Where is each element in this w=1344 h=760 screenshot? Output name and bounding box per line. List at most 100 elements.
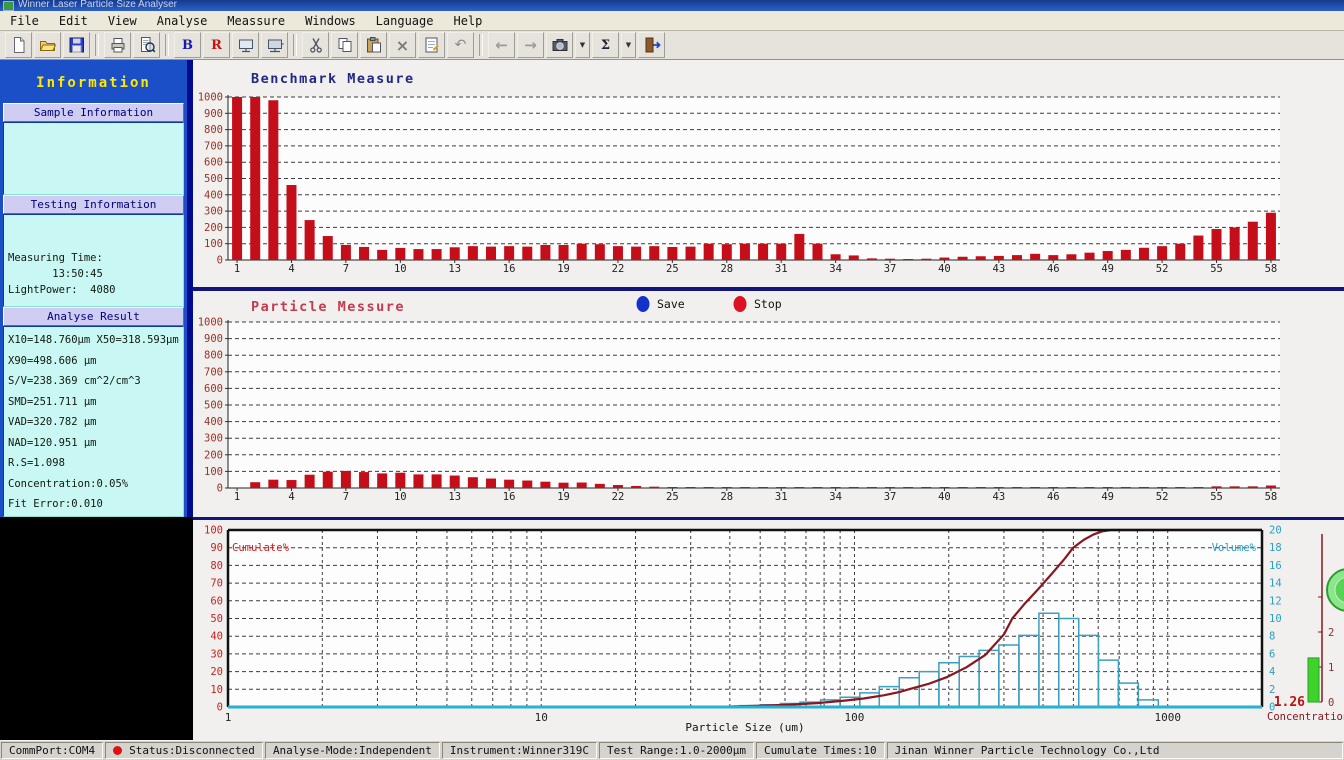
sum-dropdown[interactable]: ▼ — [621, 32, 636, 58]
menu-meassure[interactable]: Meassure — [217, 12, 295, 30]
camera-icon — [550, 35, 570, 55]
svg-text:10: 10 — [394, 263, 407, 275]
svg-text:6: 6 — [1269, 648, 1275, 660]
svg-text:900: 900 — [204, 333, 223, 345]
svg-text:10: 10 — [1269, 613, 1282, 625]
print-preview-button[interactable] — [133, 32, 160, 58]
menu-file[interactable]: File — [0, 12, 49, 30]
save-button[interactable] — [63, 32, 90, 58]
menu-analyse[interactable]: Analyse — [147, 12, 218, 30]
instrument-receive-button[interactable] — [261, 32, 288, 58]
svg-text:22: 22 — [612, 491, 625, 503]
svg-text:200: 200 — [204, 449, 223, 461]
copy-button[interactable] — [331, 32, 358, 58]
menu-edit[interactable]: Edit — [49, 12, 98, 30]
svg-text:12: 12 — [1269, 595, 1282, 607]
status-segment-cumulate-times: Cumulate Times:10 — [756, 742, 885, 759]
cumulate-volume-chart: 010203040506070809010002468101214161820C… — [193, 520, 1344, 740]
analyse-result-header[interactable]: Analyse Result — [3, 307, 184, 326]
device-a-icon — [236, 35, 256, 55]
window-title: Winner Laser Particle Size Analyser — [18, 0, 177, 10]
svg-text:49: 49 — [1101, 263, 1114, 275]
paste-button[interactable] — [360, 32, 387, 58]
svg-text:500: 500 — [204, 173, 223, 185]
svg-text:16: 16 — [503, 263, 516, 275]
svg-text:25: 25 — [666, 491, 679, 503]
svg-text:40: 40 — [938, 263, 951, 275]
svg-text:100: 100 — [204, 466, 223, 478]
testing-information-line: LightPower: 4080 — [8, 282, 182, 298]
delete-button[interactable]: × — [389, 32, 416, 58]
svg-text:4: 4 — [288, 491, 294, 503]
svg-text:20: 20 — [1269, 525, 1282, 537]
snapshot-button[interactable] — [546, 32, 573, 58]
svg-text:7: 7 — [343, 263, 349, 275]
analyse-result-line: Concentration:0.05% — [8, 474, 182, 495]
svg-text:37: 37 — [884, 491, 897, 503]
instrument-send-button[interactable] — [232, 32, 259, 58]
svg-text:1: 1 — [234, 263, 240, 275]
svg-text:55: 55 — [1210, 263, 1223, 275]
svg-text:31: 31 — [775, 263, 788, 275]
menu-windows[interactable]: Windows — [295, 12, 366, 30]
run-mode-button[interactable]: R — [203, 32, 230, 58]
svg-text:Save: Save — [657, 297, 685, 311]
snapshot-dropdown-glyph: ▼ — [580, 41, 585, 49]
information-panel: Information Sample InformationTesting In… — [0, 60, 193, 517]
forward-button[interactable]: → — [517, 32, 544, 58]
testing-information-line — [8, 234, 182, 250]
concentration-bar — [1308, 658, 1319, 702]
cut-button[interactable] — [302, 32, 329, 58]
undo-button[interactable]: ↶ — [447, 32, 474, 58]
svg-text:34: 34 — [829, 263, 842, 275]
svg-text:1000: 1000 — [198, 317, 223, 329]
svg-text:20: 20 — [210, 666, 223, 678]
svg-text:300: 300 — [204, 206, 223, 218]
testing-information-header[interactable]: Testing Information — [3, 195, 184, 214]
menu-help[interactable]: Help — [443, 12, 492, 30]
exit-button[interactable] — [638, 32, 665, 58]
analyse-result-line: SMD=251.711 μm — [8, 392, 182, 413]
svg-text:55: 55 — [1210, 491, 1223, 503]
svg-text:52: 52 — [1156, 491, 1169, 503]
snapshot-dropdown[interactable]: ▼ — [575, 32, 590, 58]
analyse-result-line: VAD=320.782 μm — [8, 412, 182, 433]
status-segment-text: Cumulate Times:10 — [764, 744, 877, 757]
menu-bar: FileEditViewAnalyseMeassureWindowsLangua… — [0, 11, 1344, 31]
svg-text:200: 200 — [204, 222, 223, 234]
svg-text:Particle Messure: Particle Messure — [251, 299, 405, 315]
svg-text:58: 58 — [1265, 263, 1278, 275]
svg-text:700: 700 — [204, 140, 223, 152]
toolbar-separator — [479, 34, 483, 56]
svg-text:1.26: 1.26 — [1274, 695, 1305, 710]
svg-text:600: 600 — [204, 383, 223, 395]
svg-text:10: 10 — [394, 491, 407, 503]
legend-dot-stop — [734, 296, 747, 312]
benchmark-mode-button[interactable]: B — [174, 32, 201, 58]
open-file-button[interactable] — [34, 32, 61, 58]
properties-button[interactable] — [418, 32, 445, 58]
print-button[interactable] — [104, 32, 131, 58]
sum-button[interactable]: Σ — [592, 32, 619, 58]
svg-text:50: 50 — [210, 613, 223, 625]
svg-text:14: 14 — [1269, 578, 1282, 590]
svg-text:100: 100 — [204, 525, 223, 537]
sample-information-box — [3, 122, 184, 195]
back-button[interactable]: ← — [488, 32, 515, 58]
svg-text:13: 13 — [448, 491, 461, 503]
svg-text:Benchmark Measure: Benchmark Measure — [251, 71, 415, 87]
svg-text:46: 46 — [1047, 263, 1060, 275]
toolbar-separator — [293, 34, 297, 56]
status-bar: CommPort:COM4Status:DisconnectedAnalyse-… — [0, 740, 1344, 760]
disconnected-dot-icon — [113, 746, 122, 755]
menu-view[interactable]: View — [98, 12, 147, 30]
new-document-button[interactable] — [5, 32, 32, 58]
svg-text:34: 34 — [829, 491, 842, 503]
svg-text:0: 0 — [217, 255, 223, 267]
svg-text:18: 18 — [1269, 542, 1282, 554]
copy-icon — [335, 35, 355, 55]
menu-language[interactable]: Language — [366, 12, 444, 30]
status-segment-text: Analyse-Mode:Independent — [273, 744, 432, 757]
sample-information-header[interactable]: Sample Information — [3, 103, 184, 122]
svg-text:28: 28 — [720, 263, 733, 275]
